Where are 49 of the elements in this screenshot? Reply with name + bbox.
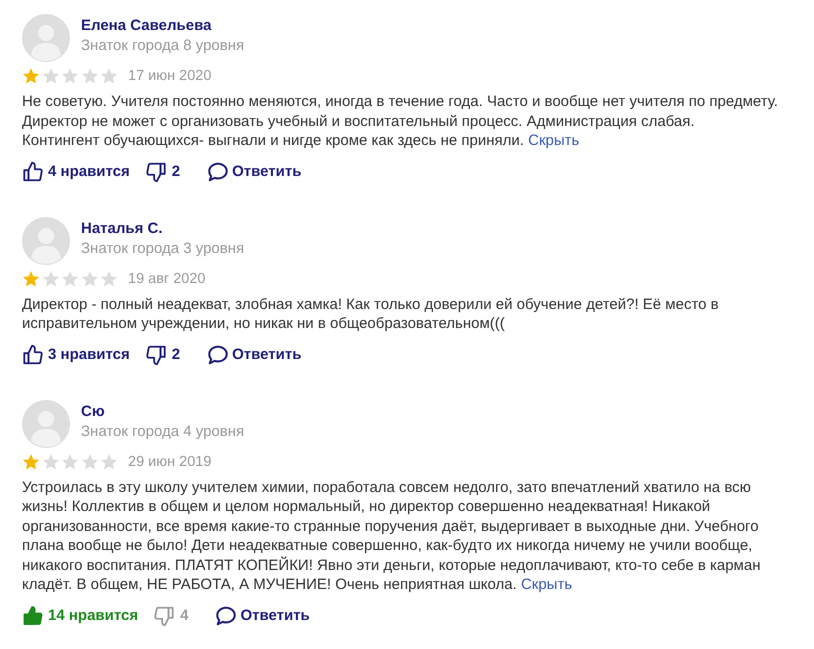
- author-name[interactable]: Елена Савельева: [81, 17, 244, 35]
- star-icon: [100, 452, 118, 470]
- star-icon: [42, 67, 60, 85]
- author-rank: Знаток города 3 уровня: [81, 240, 244, 258]
- star-icon: [80, 270, 98, 288]
- review-date: 29 июн 2019: [128, 452, 212, 470]
- speech-bubble-icon: [207, 160, 230, 182]
- thumbs-down-icon: [153, 604, 176, 626]
- star-icon: [42, 452, 60, 470]
- avatar-silhouette-icon: [22, 14, 70, 62]
- dislike-button[interactable]: 2: [144, 160, 180, 182]
- star-icon: [100, 270, 118, 288]
- like-button[interactable]: 3 нравится: [22, 344, 130, 366]
- thumbs-down-icon: [144, 344, 167, 366]
- review-date: 17 июн 2020: [128, 67, 212, 85]
- star-icon: [22, 452, 40, 470]
- dislike-button[interactable]: 2: [144, 344, 180, 366]
- star-icon: [61, 270, 79, 288]
- avatar-silhouette-icon: [22, 400, 70, 448]
- star-icon: [22, 67, 40, 85]
- star-icon: [42, 270, 60, 288]
- thumbs-down-icon: [144, 160, 167, 182]
- thumbs-up-icon: [22, 160, 44, 182]
- review-text: Директор - полный неадекват, злобная хамка! Как только доверили ей обучение детей?! Её место в исправительном учреждении, но никак ни в общеобразовательном(((: [22, 294, 720, 334]
- star-icon: [61, 452, 79, 470]
- author-name[interactable]: Сю: [81, 402, 244, 420]
- thumbs-up-icon: [22, 344, 44, 366]
- star-icon: [61, 67, 79, 85]
- like-button[interactable]: 14 нравится: [22, 604, 138, 626]
- reply-button[interactable]: Ответить: [215, 604, 310, 626]
- review-text: Не советую. Учителя постоянно меняются, иногда в течение года. Часто и вообще нет учителя по предмету. Директор не может с организовать учебный и воспитательный процесс. Администрация слабая. Контингент обучающихся- выгнали и нигде кроме как здесь не приняли. Скрыть: [22, 92, 779, 150]
- author-name[interactable]: Наталья С.: [81, 220, 244, 238]
- thumbs-up-icon: [22, 604, 44, 626]
- speech-bubble-icon: [215, 604, 238, 626]
- star-icon: [80, 452, 98, 470]
- star-icon: [22, 270, 40, 288]
- review-text: Устроилась в эту школу учителем химии, поработала совсем недолго, зато впечатлений хватило на всю жизнь! Коллектив в общем и целом нормальный, но директор совершенно неадекватная! Никакой организованности, все время какие-то странные поручения даёт, выдергивает в выходные дни. Учебного плана вообще не было! Дети неадекватные совершенно, как-будто их никогда ничему не учили вообще, никакого воспитания. ПЛАТЯТ КОПЕЙКИ! Явно эти деньги, которые недоплачивают, кто-то себе в карман кладёт. В общем, НЕ РАБОТА, А МУЧЕНИЕ! Очень неприятная школа. Скрыть: [22, 478, 762, 594]
- author-rank: Знаток города 4 уровня: [81, 422, 244, 440]
- speech-bubble-icon: [207, 344, 230, 366]
- star-icon: [80, 67, 98, 85]
- avatar-silhouette-icon: [22, 216, 70, 264]
- collapse-link[interactable]: Скрыть: [528, 132, 580, 149]
- star-icon: [100, 67, 118, 85]
- like-button[interactable]: 4 нравится: [22, 160, 130, 182]
- reply-button[interactable]: Ответить: [207, 160, 302, 182]
- reply-button[interactable]: Ответить: [207, 344, 302, 366]
- review-date: 19 авг 2020: [128, 270, 206, 288]
- author-rank: Знаток города 8 уровня: [81, 37, 244, 55]
- collapse-link[interactable]: Скрыть: [520, 576, 572, 593]
